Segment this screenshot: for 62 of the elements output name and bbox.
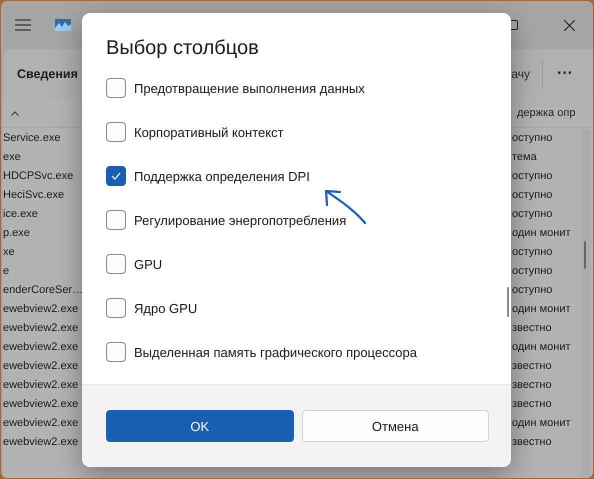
process-name: ewebview2.exe	[3, 398, 78, 410]
process-name: exe	[3, 150, 21, 162]
table-cell-text: оступно	[512, 170, 554, 182]
table-cell-text: оступно	[512, 132, 554, 144]
check-icon	[111, 172, 121, 180]
process-name: HDCPSvc.exe	[3, 170, 74, 182]
table-cell-text: оступно	[512, 284, 554, 296]
menu-icon[interactable]	[15, 19, 31, 31]
process-name: ewebview2.exe	[3, 416, 78, 428]
ok-button[interactable]: OK	[106, 410, 294, 442]
process-name: HeciSvc.exe	[3, 188, 64, 200]
close-icon[interactable]	[564, 20, 575, 30]
page-title: Сведения	[17, 67, 78, 81]
option-label: Ядро GPU	[134, 300, 198, 316]
more-button[interactable]: ···	[542, 59, 577, 89]
table-cell-text: оступно	[512, 208, 554, 220]
checkbox[interactable]	[106, 298, 126, 318]
process-name: Service.exe	[3, 132, 60, 144]
table-cell-text: тема	[512, 150, 538, 162]
option-label: Выделенная память графического процессора	[134, 344, 417, 360]
checkbox[interactable]	[106, 342, 126, 362]
chevron-up-icon[interactable]	[11, 110, 19, 116]
process-name: p.exe	[3, 226, 30, 238]
process-name: ewebview2.exe	[3, 436, 78, 448]
table-cell-text: один монит	[512, 340, 572, 352]
option-label: Регулирование энергопотребления	[134, 212, 346, 228]
table-cell-text: оступно	[512, 264, 554, 276]
column-header[interactable]: держка опр	[517, 107, 587, 119]
option-label: Корпоративный контекст	[134, 124, 284, 140]
process-name: ewebview2.exe	[3, 302, 78, 314]
option-label: Поддержка определения DPI	[134, 168, 310, 184]
table-cell-text: оступно	[512, 246, 554, 258]
dialog-title: Выбор столбцов	[106, 37, 260, 61]
table-cell-text: один монит	[512, 302, 572, 314]
scrollbar[interactable]	[581, 129, 591, 478]
checkbox[interactable]	[106, 254, 126, 274]
process-name: xe	[3, 246, 15, 258]
option-label: GPU	[134, 256, 162, 272]
table-cell-text: оступно	[512, 188, 554, 200]
app-icon	[55, 19, 71, 31]
table-cell-text: звестно	[512, 322, 553, 334]
table-cell-text: один монит	[512, 226, 572, 238]
checkbox[interactable]	[106, 166, 126, 186]
process-name: e	[3, 264, 10, 276]
cancel-button[interactable]: Отмена	[302, 410, 489, 442]
table-cell-text: звестно	[512, 436, 553, 448]
checkbox[interactable]	[106, 78, 126, 98]
table-cell-text: звестно	[512, 398, 553, 410]
process-name: ewebview2.exe	[3, 322, 78, 334]
toolbar-action[interactable]: ачу	[511, 67, 530, 81]
table-cell-text: звестно	[512, 360, 553, 372]
process-name: ewebview2.exe	[3, 340, 78, 352]
process-name: enderCoreSer…	[3, 284, 84, 296]
scrollbar[interactable]	[507, 287, 509, 317]
checkbox[interactable]	[106, 122, 126, 142]
option-label: Предотвращение выполнения данных	[134, 80, 365, 96]
table-cell-text: один монит	[512, 416, 572, 428]
process-name: ewebview2.exe	[3, 378, 78, 390]
table-cell-text: звестно	[512, 378, 553, 390]
process-name: ewebview2.exe	[3, 360, 78, 372]
process-name: ice.exe	[3, 208, 38, 220]
checkbox[interactable]	[106, 210, 126, 230]
